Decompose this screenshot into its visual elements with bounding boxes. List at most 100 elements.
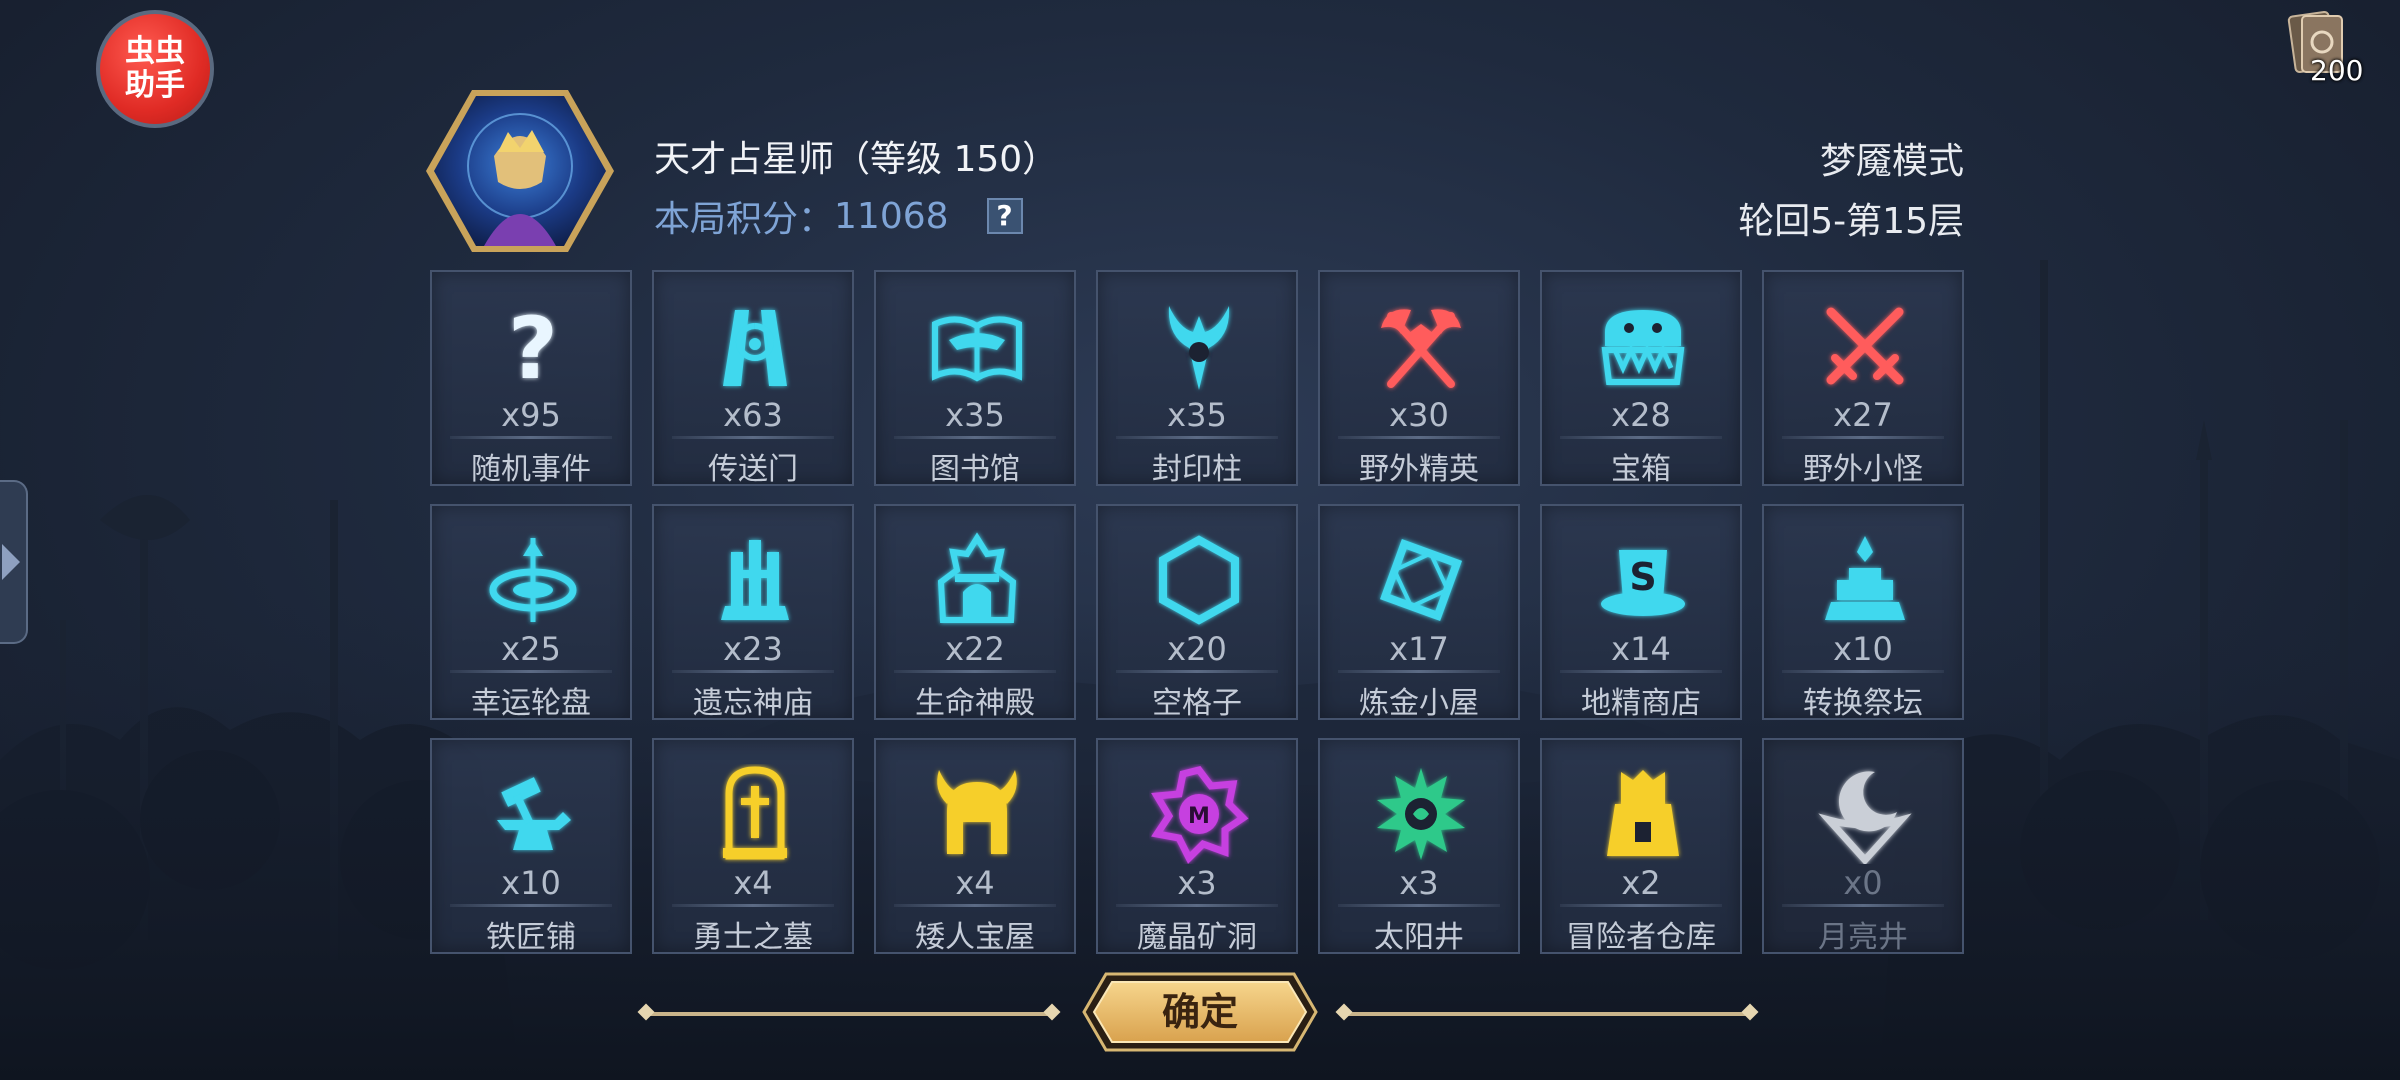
tile-count: x10 xyxy=(501,864,561,902)
tile-divider xyxy=(1116,670,1278,673)
card-counter[interactable]: 200 xyxy=(2286,8,2366,88)
tile-crystal-mine[interactable]: Mx3 魔晶矿洞 xyxy=(1096,738,1298,955)
portal-icon xyxy=(705,296,805,396)
tile-count: x3 xyxy=(1399,864,1439,902)
tile-goblin-shop[interactable]: Sx14 地精商店 xyxy=(1540,504,1742,721)
tile-hexagon[interactable]: x20 空格子 xyxy=(1096,504,1298,721)
temple-icon xyxy=(705,530,805,630)
tile-alchemy-frame[interactable]: x17 炼金小屋 xyxy=(1318,504,1520,721)
mimic-chest-icon xyxy=(1593,296,1693,396)
tile-count: x0 xyxy=(1843,864,1883,902)
tile-life-shrine[interactable]: x22 生命神殿 xyxy=(874,504,1076,721)
expand-arrow-icon xyxy=(2,544,20,580)
tile-moon-well[interactable]: x0 月亮井 xyxy=(1762,738,1964,955)
divider-right xyxy=(1344,1012,1750,1016)
tile-mimic-chest[interactable]: x28 宝箱 xyxy=(1540,270,1742,487)
altar-icon xyxy=(1815,530,1915,630)
tile-portal[interactable]: x63 传送门 xyxy=(652,270,854,487)
player-name-level: 天才占星师（等级 150） xyxy=(654,139,1059,180)
tile-label: 野外精英 xyxy=(1359,452,1479,487)
helper-badge-line1: 虫虫 xyxy=(125,34,185,69)
tile-horned-seal[interactable]: x35 封印柱 xyxy=(1096,270,1298,487)
life-shrine-icon xyxy=(927,530,1027,630)
tile-count: x22 xyxy=(945,630,1005,668)
tile-label: 转换祭坛 xyxy=(1803,686,1923,721)
sun-well-icon xyxy=(1371,764,1471,864)
tile-divider xyxy=(672,436,834,439)
score-row: 本局积分： 11068 ? xyxy=(654,190,1023,242)
tile-count: x30 xyxy=(1389,396,1449,434)
tile-count: x14 xyxy=(1611,630,1671,668)
warehouse-icon xyxy=(1593,764,1693,864)
tile-divider xyxy=(672,904,834,907)
tile-count: x17 xyxy=(1389,630,1449,668)
map-event-grid: ? x95 随机事件 x63 传送门 x35 图书馆 x35 封印柱 x30 野外精英 x28 宝箱 x2… xyxy=(430,270,1964,955)
tile-count: x4 xyxy=(955,864,995,902)
tile-count: x20 xyxy=(1167,630,1227,668)
tile-count: x10 xyxy=(1833,630,1893,668)
confirm-label: 确定 xyxy=(1161,990,1238,1034)
tile-anvil-hammer[interactable]: x10 铁匠铺 xyxy=(430,738,632,955)
tile-question-mark[interactable]: ? x95 随机事件 xyxy=(430,270,632,487)
tile-divider xyxy=(1338,436,1500,439)
alchemy-frame-icon xyxy=(1371,530,1471,630)
tile-lucky-wheel[interactable]: x25 幸运轮盘 xyxy=(430,504,632,721)
tile-warehouse[interactable]: x2 冒险者仓库 xyxy=(1540,738,1742,955)
tile-label: 魔晶矿洞 xyxy=(1137,920,1257,955)
game-screen: 虫虫 助手 200 天才占星师（等级 150） 本局积分： 11068 ? 梦魇… xyxy=(0,0,2400,1080)
svg-text:S: S xyxy=(1629,555,1656,599)
tile-horned-helmet[interactable]: x4 矮人宝屋 xyxy=(874,738,1076,955)
tile-divider xyxy=(894,436,1056,439)
lucky-wheel-icon xyxy=(483,530,583,630)
tile-label: 遗忘神庙 xyxy=(693,686,813,721)
side-drawer-tab[interactable] xyxy=(0,480,28,644)
tile-label: 太阳井 xyxy=(1374,920,1464,955)
tile-tombstone[interactable]: x4 勇士之墓 xyxy=(652,738,854,955)
tile-divider xyxy=(1782,904,1944,907)
tile-label: 地精商店 xyxy=(1581,686,1701,721)
hexagon-icon xyxy=(1149,530,1249,630)
tile-count: x27 xyxy=(1833,396,1893,434)
crystal-mine-icon: M xyxy=(1149,764,1249,864)
tile-divider xyxy=(1338,904,1500,907)
question-mark-icon: ? xyxy=(483,296,583,399)
tile-label: 冒险者仓库 xyxy=(1566,920,1716,955)
tile-open-book[interactable]: x35 图书馆 xyxy=(874,270,1076,487)
tile-count: x95 xyxy=(501,396,561,434)
game-mode: 梦魇模式 xyxy=(1819,141,1964,182)
tile-count: x3 xyxy=(1177,864,1217,902)
tile-divider xyxy=(1116,904,1278,907)
tile-crossed-swords[interactable]: x27 野外小怪 xyxy=(1762,270,1964,487)
goblin-shop-icon: S xyxy=(1593,530,1693,630)
tile-divider xyxy=(1338,670,1500,673)
tile-label: 铁匠铺 xyxy=(486,920,576,955)
open-book-icon xyxy=(927,296,1027,396)
tile-count: x4 xyxy=(733,864,773,902)
tile-divider xyxy=(450,904,612,907)
tile-label: 野外小怪 xyxy=(1803,452,1923,487)
helper-app-badge[interactable]: 虫虫 助手 xyxy=(96,10,214,128)
score-help-button[interactable]: ? xyxy=(986,198,1023,234)
tile-divider xyxy=(1782,670,1944,673)
tile-label: 传送门 xyxy=(708,452,798,487)
tile-temple[interactable]: x23 遗忘神庙 xyxy=(652,504,854,721)
tile-label: 空格子 xyxy=(1152,686,1242,721)
tile-count: x35 xyxy=(1167,396,1227,434)
confirm-button[interactable]: 确定 xyxy=(1082,972,1318,1052)
tile-label: 随机事件 xyxy=(471,452,591,487)
tile-crossed-axes[interactable]: x30 野外精英 xyxy=(1318,270,1520,487)
tile-divider xyxy=(450,670,612,673)
tile-label: 图书馆 xyxy=(930,452,1020,487)
player-avatar xyxy=(426,90,614,252)
tile-altar[interactable]: x10 转换祭坛 xyxy=(1762,504,1964,721)
tile-count: x2 xyxy=(1621,864,1661,902)
tile-sun-well[interactable]: x3 太阳井 xyxy=(1318,738,1520,955)
svg-text:M: M xyxy=(1188,804,1210,829)
anvil-hammer-icon xyxy=(483,764,583,864)
round-floor: 轮回5-第15层 xyxy=(1738,201,1964,242)
tile-divider xyxy=(672,670,834,673)
tile-label: 勇士之墓 xyxy=(693,920,813,955)
tile-count: x23 xyxy=(723,630,783,668)
tile-label: 宝箱 xyxy=(1611,452,1671,487)
tile-label: 封印柱 xyxy=(1152,452,1242,487)
